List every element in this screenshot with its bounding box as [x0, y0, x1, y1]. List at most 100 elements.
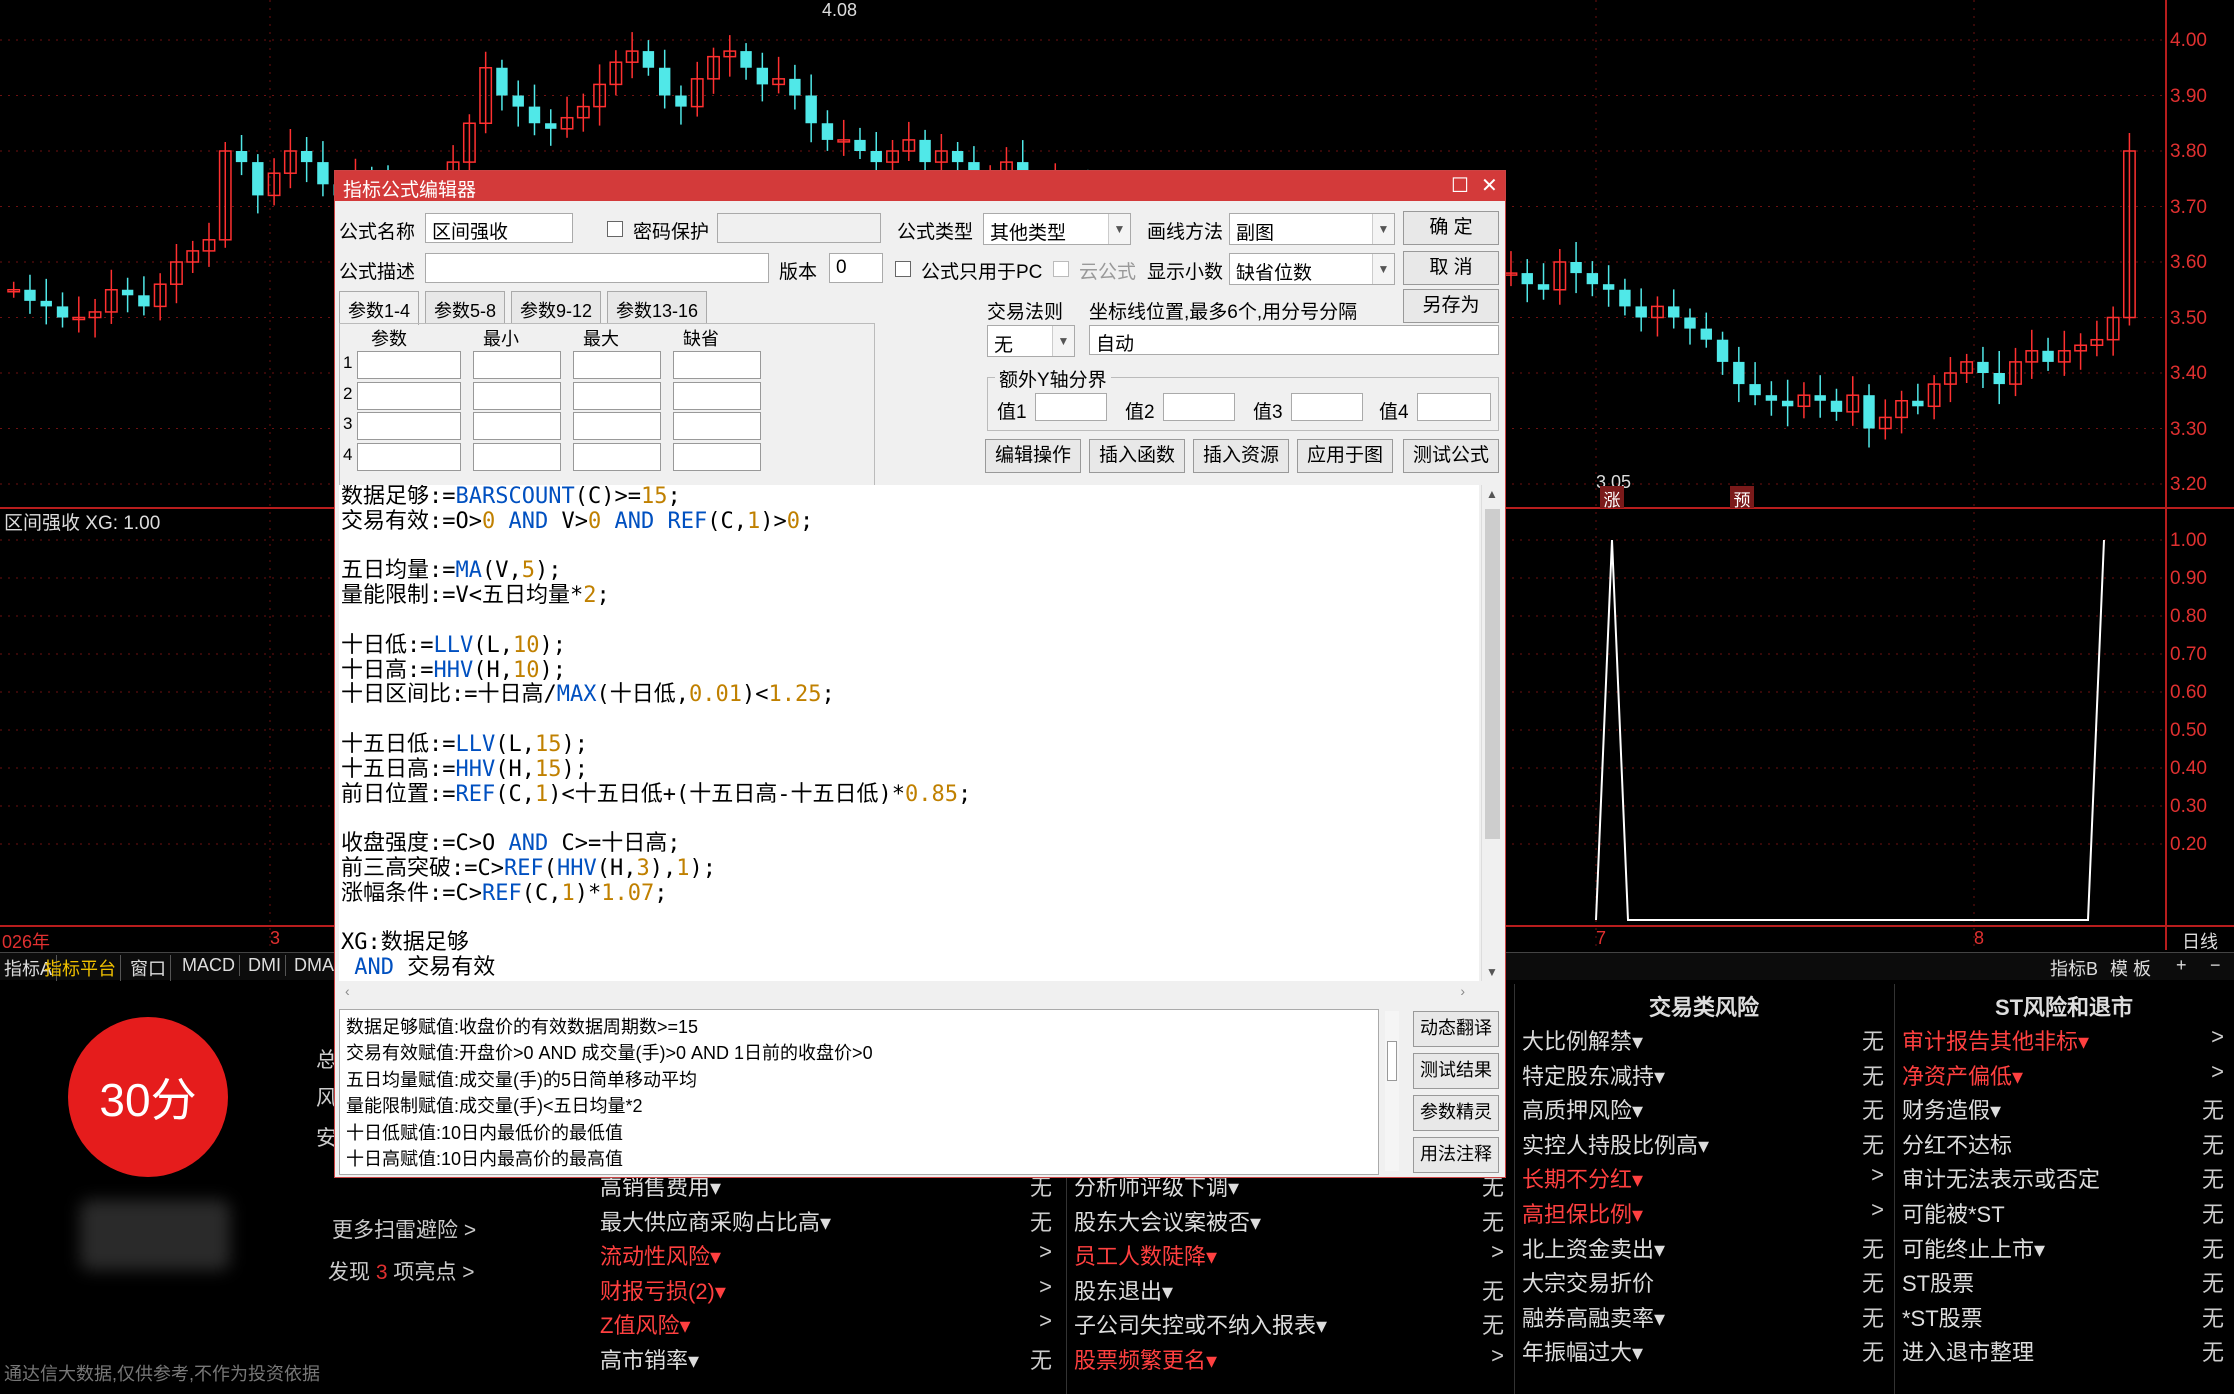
risk-row[interactable]: 高市销率▾ 无 [592, 1343, 1062, 1377]
risk-row[interactable]: 财务造假▾ 无 [1894, 1093, 2234, 1127]
param-cell-input[interactable] [473, 442, 561, 471]
scroll-left-icon[interactable]: ‹ [345, 983, 350, 999]
decimals-select[interactable]: 缺省位数 ▼ [1229, 253, 1395, 285]
scroll-down-icon[interactable]: ▼ [1486, 965, 1498, 979]
code-hscrollbar[interactable]: ‹ › [339, 983, 1479, 1003]
scroll-right-icon[interactable]: › [1460, 983, 1465, 999]
scroll-thumb[interactable] [1485, 509, 1500, 839]
cloud-checkbox[interactable] [1053, 261, 1069, 277]
risk-row[interactable]: 股东大会议案被否▾ 无 [1066, 1205, 1514, 1239]
test-formula-button[interactable]: 测试公式 [1403, 439, 1499, 473]
version-input[interactable]: 0 [829, 253, 883, 283]
description-scrollbar[interactable] [1385, 1011, 1399, 1171]
y-value-1-input[interactable] [1035, 393, 1107, 421]
coord-lines-input[interactable]: 自动 [1089, 325, 1499, 355]
param-cell-input[interactable] [473, 381, 561, 410]
password-checkbox[interactable] [607, 221, 623, 237]
formula-description-area[interactable]: 数据足够赋值:收盘价的有效数据周期数>=15 交易有效赋值:开盘价>0 AND 成… [339, 1009, 1379, 1175]
period-label[interactable]: 日线 [2182, 928, 2218, 954]
param-cell-input[interactable] [573, 351, 661, 379]
tab-params-1-4[interactable]: 参数1-4 [339, 291, 420, 325]
test-result-button[interactable]: 测试结果 [1413, 1053, 1499, 1089]
maximize-icon[interactable]: ☐ [1451, 173, 1469, 198]
more-risk-link[interactable]: 更多扫雷避险 > [332, 1214, 476, 1244]
tab-indicator-platform[interactable]: 指标平台 [40, 955, 121, 981]
param-cell-input[interactable] [473, 412, 561, 440]
risk-row[interactable]: 股票频繁更名▾ > [1066, 1343, 1514, 1377]
param-cell-input[interactable] [673, 351, 761, 379]
tab-params-5-8[interactable]: 参数5-8 [425, 291, 506, 323]
formula-name-input[interactable]: 区间强收 [425, 213, 573, 243]
param-cell-input[interactable] [673, 442, 761, 471]
risk-row[interactable]: 高质押风险▾ 无 [1514, 1093, 1894, 1127]
risk-row[interactable]: 大宗交易折价 无 [1514, 1266, 1894, 1300]
risk-row[interactable]: 长期不分红▾ > [1514, 1162, 1894, 1196]
risk-row[interactable]: 北上资金卖出▾ 无 [1514, 1232, 1894, 1266]
dialog-titlebar[interactable]: 指标公式编辑器 ☐ ✕ [335, 171, 1505, 201]
risk-row[interactable]: 财报亏损(2)▾ > [592, 1274, 1062, 1308]
insert-function-button[interactable]: 插入函数 [1089, 439, 1185, 473]
risk-row[interactable]: 员工人数陡降▾ > [1066, 1239, 1514, 1273]
formula-type-select[interactable]: 其他类型 ▼ [983, 213, 1131, 245]
param-cell-input[interactable] [357, 381, 461, 410]
dynamic-translate-button[interactable]: 动态翻译 [1413, 1011, 1499, 1047]
risk-row[interactable]: 实控人持股比例高▾ 无 [1514, 1128, 1894, 1162]
apply-to-chart-button[interactable]: 应用于图 [1297, 439, 1393, 473]
param-cell-input[interactable] [573, 442, 661, 471]
param-cell-input[interactable] [573, 381, 661, 410]
password-input[interactable] [717, 213, 881, 243]
risk-row[interactable]: *ST股票 无 [1894, 1301, 2234, 1335]
tab-indicator-b[interactable]: 指标B [2050, 955, 2098, 981]
edit-operation-button[interactable]: 编辑操作 [985, 439, 1081, 473]
risk-row[interactable]: 流动性风险▾ > [592, 1239, 1062, 1273]
risk-row[interactable]: ST股票 无 [1894, 1266, 2234, 1300]
insert-resource-button[interactable]: 插入资源 [1193, 439, 1289, 473]
close-icon[interactable]: ✕ [1481, 173, 1498, 198]
risk-row[interactable]: 审计报告其他非标▾ > [1894, 1024, 2234, 1058]
y-value-3-input[interactable] [1291, 393, 1363, 421]
risk-row[interactable]: 高担保比例▾ > [1514, 1197, 1894, 1231]
risk-row[interactable]: 可能被*ST 无 [1894, 1197, 2234, 1231]
limit-up-marker[interactable]: 涨 [1600, 486, 1624, 511]
tab-macd[interactable]: MACD [178, 955, 240, 976]
pc-only-checkbox[interactable] [895, 261, 911, 277]
risk-row[interactable]: 特定股东减持▾ 无 [1514, 1059, 1894, 1093]
risk-row[interactable]: 最大供应商采购占比高▾ 无 [592, 1205, 1062, 1239]
risk-row[interactable]: 可能终止上市▾ 无 [1894, 1232, 2234, 1266]
param-cell-input[interactable] [357, 351, 461, 379]
risk-row[interactable]: 审计无法表示或否定 无 [1894, 1162, 2234, 1196]
save-as-button[interactable]: 另存为 [1403, 289, 1499, 323]
trade-rule-select[interactable]: 无 ▼ [987, 325, 1075, 357]
param-wizard-button[interactable]: 参数精灵 [1413, 1095, 1499, 1131]
y-value-4-input[interactable] [1417, 393, 1491, 421]
description-input[interactable] [425, 253, 769, 283]
risk-row[interactable]: 子公司失控或不纳入报表▾ 无 [1066, 1308, 1514, 1342]
risk-row[interactable]: 大比例解禁▾ 无 [1514, 1024, 1894, 1058]
usage-notes-button[interactable]: 用法注释 [1413, 1137, 1499, 1173]
param-cell-input[interactable] [357, 442, 461, 471]
param-cell-input[interactable] [473, 351, 561, 379]
risk-row[interactable]: Z值风险▾ > [592, 1308, 1062, 1342]
forecast-marker[interactable]: 预 [1730, 486, 1754, 511]
y-value-2-input[interactable] [1163, 393, 1235, 421]
tab-dma[interactable]: DMA [290, 955, 339, 976]
add-window-button[interactable]: + [2176, 955, 2187, 976]
param-cell-input[interactable] [573, 412, 661, 440]
draw-method-select[interactable]: 副图 ▼ [1229, 213, 1395, 245]
highlights-link[interactable]: 发现 3 项亮点 > [328, 1256, 474, 1286]
scroll-up-icon[interactable]: ▲ [1486, 487, 1498, 501]
risk-row[interactable]: 进入退市整理 无 [1894, 1335, 2234, 1369]
risk-row[interactable]: 年振幅过大▾ 无 [1514, 1335, 1894, 1369]
tab-params-9-12[interactable]: 参数9-12 [511, 291, 602, 323]
param-cell-input[interactable] [357, 412, 461, 440]
remove-window-button[interactable]: − [2210, 955, 2221, 976]
scroll-thumb[interactable] [1387, 1041, 1397, 1081]
tab-params-13-16[interactable]: 参数13-16 [607, 291, 708, 323]
tab-window[interactable]: 窗口 [126, 955, 171, 981]
tab-dmi[interactable]: DMI [244, 955, 286, 976]
ok-button[interactable]: 确 定 [1403, 211, 1499, 245]
risk-row[interactable]: 净资产偏低▾ > [1894, 1059, 2234, 1093]
cancel-button[interactable]: 取 消 [1403, 251, 1499, 285]
template-button[interactable]: 模 板 [2110, 955, 2151, 981]
formula-code-editor[interactable]: 数据足够:=BARSCOUNT(C)>=15; 交易有效:=O>0 AND V>0… [339, 485, 1479, 981]
